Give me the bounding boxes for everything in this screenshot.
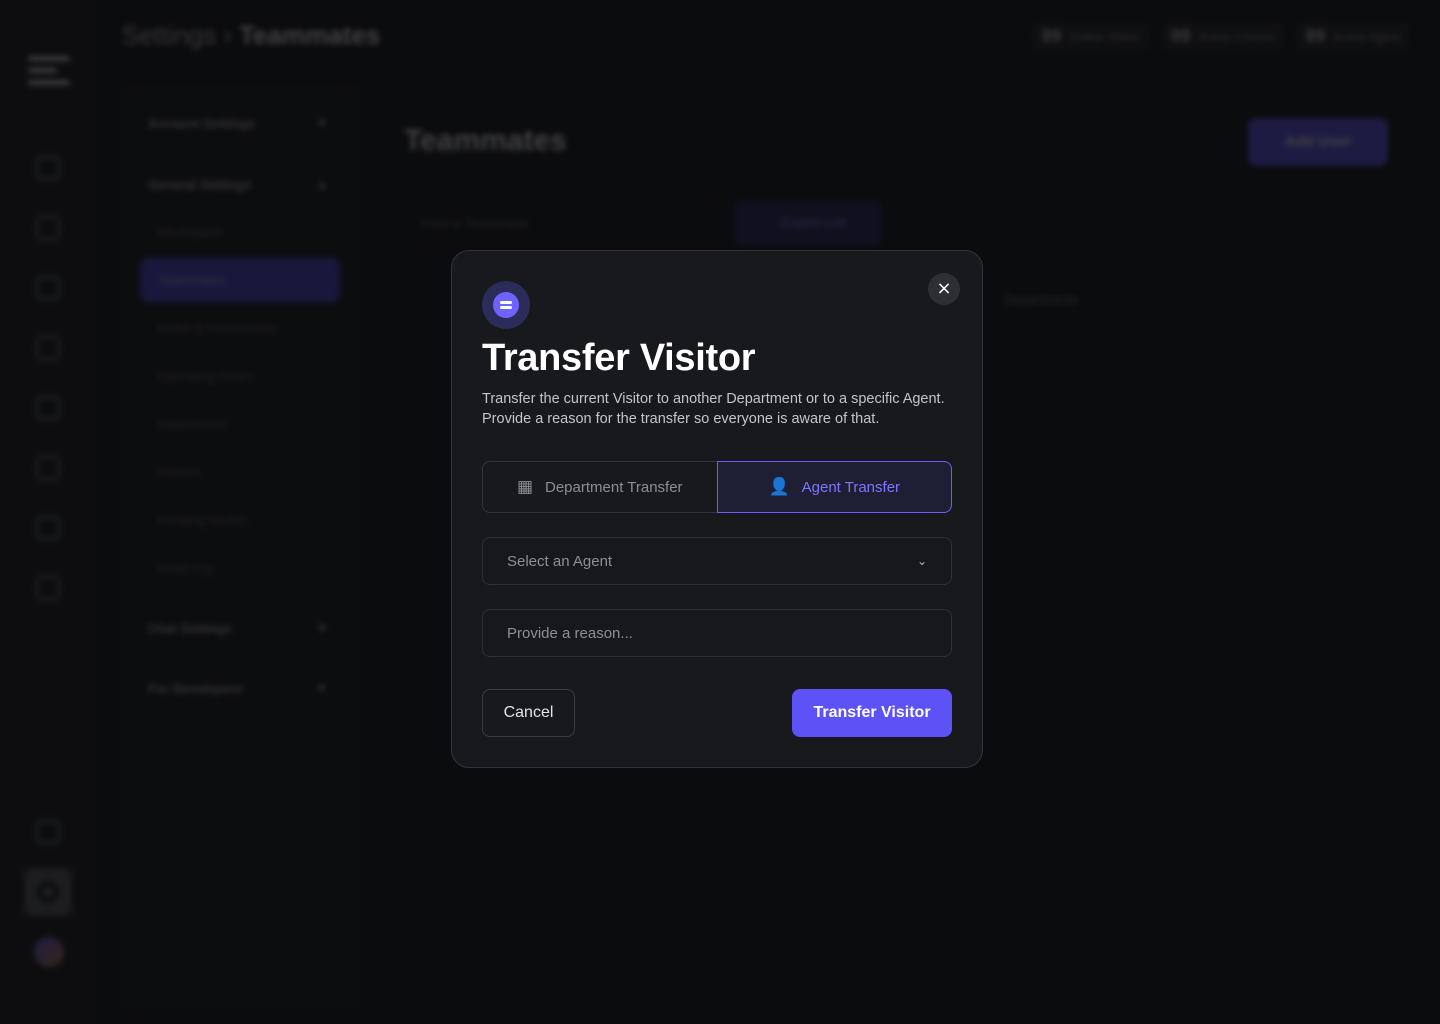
- modal-title: Transfer Visitor: [482, 337, 756, 379]
- close-button[interactable]: ×: [928, 273, 960, 305]
- user-icon: 👤: [768, 477, 790, 497]
- reason-input[interactable]: [482, 609, 952, 657]
- tab-label: Department Transfer: [545, 478, 683, 496]
- transfer-visitor-modal: × Transfer Visitor Transfer the current …: [451, 250, 983, 768]
- transfer-visitor-button[interactable]: Transfer Visitor: [792, 689, 952, 737]
- tab-label: Agent Transfer: [801, 478, 901, 496]
- agent-select-placeholder: Select an Agent: [507, 552, 613, 570]
- transfer-chat-icon: [482, 281, 530, 329]
- tab-agent-transfer[interactable]: 👤 Agent Transfer: [716, 461, 952, 513]
- tab-department-transfer[interactable]: ▦ Department Transfer: [482, 461, 717, 513]
- agent-select[interactable]: Select an Agent ⌄: [482, 537, 952, 585]
- chevron-down-icon: ⌄: [916, 554, 927, 568]
- cancel-button[interactable]: Cancel: [482, 689, 575, 737]
- transfer-type-tabs: ▦ Department Transfer 👤 Agent Transfer: [482, 461, 952, 513]
- building-icon: ▦: [516, 477, 533, 497]
- modal-description: Transfer the current Visitor to another …: [482, 391, 945, 427]
